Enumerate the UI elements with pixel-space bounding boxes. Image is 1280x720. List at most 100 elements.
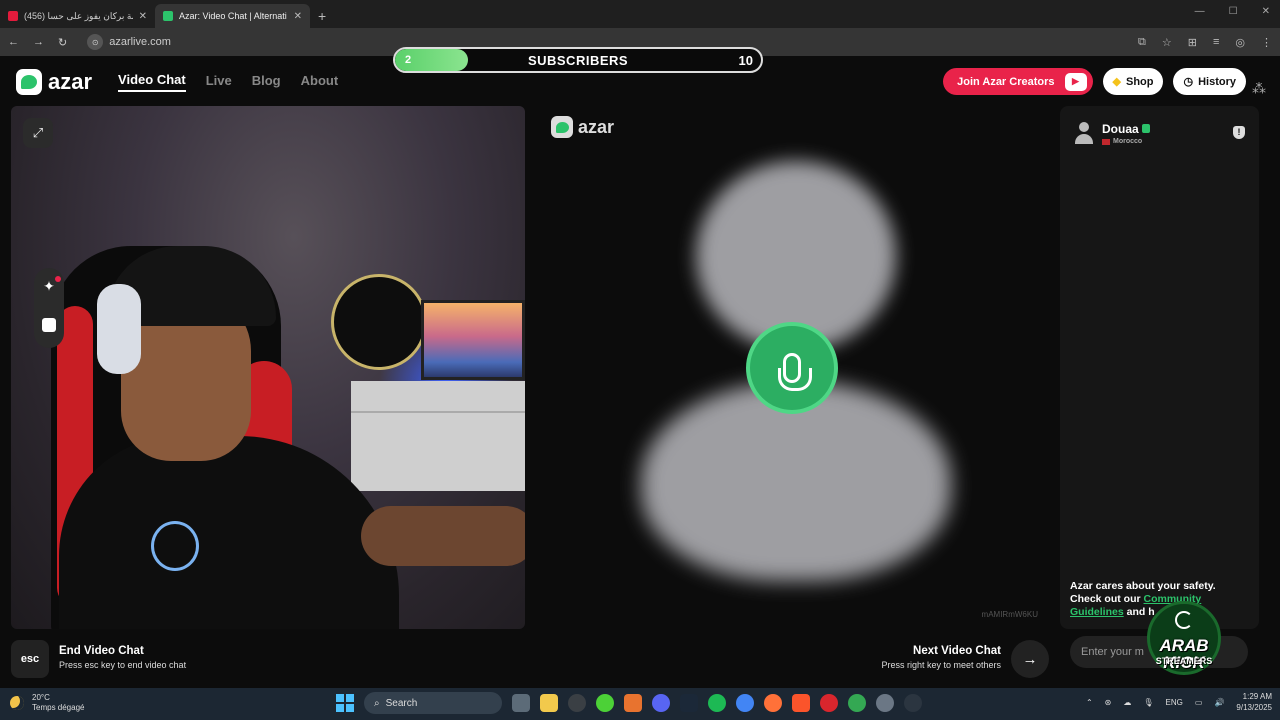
taskbar-search[interactable]: ⌕ Search xyxy=(364,692,502,714)
report-shield-icon[interactable]: ! xyxy=(1233,126,1245,139)
extensions-icon[interactable]: ⊞ xyxy=(1188,36,1197,49)
crescent-icon xyxy=(1175,611,1193,629)
url-box[interactable]: ⊙ azarlive.com xyxy=(87,34,171,50)
next-chat-arrow-icon[interactable]: → xyxy=(1011,640,1049,678)
tab-title: نهضة بركان يفوز على حسا (456) xyxy=(24,10,133,21)
language-indicator[interactable]: ENG xyxy=(1166,698,1183,707)
forward-icon[interactable]: → xyxy=(33,36,44,48)
display-icon[interactable]: ▭ xyxy=(1195,698,1203,707)
tab-title: Azar: Video Chat | Alternati xyxy=(179,11,287,21)
cloud-icon[interactable]: ☁ xyxy=(1123,698,1131,707)
obs-icon[interactable] xyxy=(568,694,586,712)
join-creators-label: Join Azar Creators xyxy=(957,75,1055,88)
file-explorer-icon[interactable] xyxy=(540,694,558,712)
profile-icon[interactable]: ◎ xyxy=(1235,36,1245,49)
chat-panel: Douaa Morocco ! Azar cares about your sa… xyxy=(1060,106,1259,629)
taskbar-apps: ⌕ Search xyxy=(336,692,922,714)
reading-list-icon[interactable]: ≡ xyxy=(1213,36,1219,49)
azar-logo[interactable]: azar xyxy=(16,69,92,95)
face-filter-icon[interactable] xyxy=(42,318,56,332)
moon-icon xyxy=(10,696,24,710)
discord-icon[interactable] xyxy=(652,694,670,712)
close-tab-icon[interactable]: ✕ xyxy=(294,11,302,22)
history-label: History xyxy=(1198,75,1236,88)
chrome-profile-icon[interactable] xyxy=(848,694,866,712)
local-video: ⤢ ✦ xyxy=(11,106,525,629)
nav-live[interactable]: Live xyxy=(206,73,232,91)
menu-dots-icon[interactable]: ⋮ xyxy=(1261,36,1272,49)
weather-widget[interactable]: 20°C Temps dégagé xyxy=(10,693,84,713)
windows-start-icon[interactable] xyxy=(336,694,354,712)
browser-tabbar: نهضة بركان يفوز على حسا (456) ✕ Azar: Vi… xyxy=(0,0,1280,28)
remote-azar-logo: azar xyxy=(551,116,614,138)
profile-menu-icon[interactable]: ⁂ xyxy=(1252,80,1266,97)
minimize-icon[interactable]: — xyxy=(1195,6,1205,17)
peer-country-text: Morocco xyxy=(1113,138,1143,145)
headset xyxy=(97,284,141,374)
remote-brand: azar xyxy=(578,116,615,137)
steam-icon[interactable] xyxy=(680,694,698,712)
peer-info: Douaa Morocco xyxy=(1074,122,1150,145)
close-tab-icon[interactable]: ✕ xyxy=(139,11,147,22)
peer-country: Morocco xyxy=(1102,138,1150,145)
page: azar Video Chat Live Blog About Join Aza… xyxy=(0,47,1280,688)
xbox-icon[interactable] xyxy=(596,694,614,712)
esc-key-label: esc xyxy=(20,653,40,665)
maximize-icon[interactable]: ☐ xyxy=(1229,6,1238,17)
nav-blog[interactable]: Blog xyxy=(252,73,281,91)
task-view-icon[interactable] xyxy=(512,694,530,712)
tray-chevron-icon[interactable]: ⌃ xyxy=(1086,698,1093,707)
verified-icon xyxy=(1141,124,1150,133)
new-tab-icon[interactable]: + xyxy=(318,8,326,24)
firefox-icon[interactable] xyxy=(764,694,782,712)
chrome-icon[interactable] xyxy=(736,694,754,712)
system-tray: ⌃ ⊛ ☁ 🎙 ENG ▭ 🔊 1:29 AM 9/13/2025 xyxy=(1086,691,1272,713)
tab-azar[interactable]: Azar: Video Chat | Alternati ✕ xyxy=(155,4,310,28)
site-info-icon[interactable]: ⊙ xyxy=(87,34,104,50)
close-window-icon[interactable]: ✕ xyxy=(1262,6,1270,17)
shelf-divider xyxy=(351,411,525,413)
temperature: 20°C xyxy=(32,693,50,702)
shop-button[interactable]: ◆ Shop xyxy=(1102,68,1164,95)
openai-tray-icon[interactable]: ⊛ xyxy=(1105,698,1112,707)
next-chat-hint: Press right key to meet others xyxy=(881,660,1001,670)
peer-name: Douaa xyxy=(1102,122,1150,136)
nav-about[interactable]: About xyxy=(301,73,339,91)
reload-icon[interactable]: ↻ xyxy=(58,36,67,49)
subscribers-goal-bar: 2 SUBSCRIBERS 10 xyxy=(393,47,763,73)
chatgpt-icon[interactable] xyxy=(904,694,922,712)
end-chat-title: End Video Chat xyxy=(59,645,144,657)
end-chat-button[interactable]: esc xyxy=(11,640,49,678)
notification-dot xyxy=(55,276,61,282)
effects-toolbar: ✦ xyxy=(34,268,64,348)
bookmark-star-icon[interactable]: ☆ xyxy=(1162,36,1172,49)
url-text[interactable]: azarlive.com xyxy=(109,36,171,48)
person-arm xyxy=(361,506,525,566)
history-button[interactable]: ◷ History xyxy=(1173,68,1246,95)
mic-tray-icon[interactable]: 🎙 xyxy=(1143,698,1153,707)
wall-emblem xyxy=(331,274,427,370)
clock[interactable]: 1:29 AM 9/13/2025 xyxy=(1236,691,1272,713)
search-label: Search xyxy=(385,697,418,709)
shop-label: Shop xyxy=(1125,75,1154,88)
join-creators-button[interactable]: Join Azar Creators ▶ xyxy=(943,68,1093,95)
back-icon[interactable]: ← xyxy=(8,36,19,48)
settings-icon[interactable] xyxy=(876,694,894,712)
app-icon[interactable] xyxy=(624,694,642,712)
volume-icon[interactable]: 🔊 xyxy=(1214,698,1224,707)
spotify-icon[interactable] xyxy=(708,694,726,712)
brave-icon[interactable] xyxy=(792,694,810,712)
taskbar: 20°C Temps dégagé ⌕ Search ⌃ ⊛ ☁ 🎙 ENG ▭… xyxy=(0,688,1280,720)
gem-icon: ◆ xyxy=(1112,76,1121,88)
play-icon: ▶ xyxy=(1064,72,1087,91)
expand-icon[interactable]: ⤢ xyxy=(23,118,53,148)
search-icon: ⌕ xyxy=(374,697,380,709)
nav-actions: Join Azar Creators ▶ ◆ Shop ◷ History xyxy=(943,68,1246,95)
subscribers-goal: 10 xyxy=(738,52,753,68)
opera-icon[interactable] xyxy=(820,694,838,712)
tab-youtube[interactable]: نهضة بركان يفوز على حسا (456) ✕ xyxy=(0,4,155,28)
nav-video-chat[interactable]: Video Chat xyxy=(118,72,186,92)
shirt-logo xyxy=(151,521,199,571)
install-app-icon[interactable]: ⧉ xyxy=(1138,36,1146,49)
browser-toolbar: ⧉ ☆ ⊞ ≡ ◎ ⋮ xyxy=(1138,36,1272,49)
